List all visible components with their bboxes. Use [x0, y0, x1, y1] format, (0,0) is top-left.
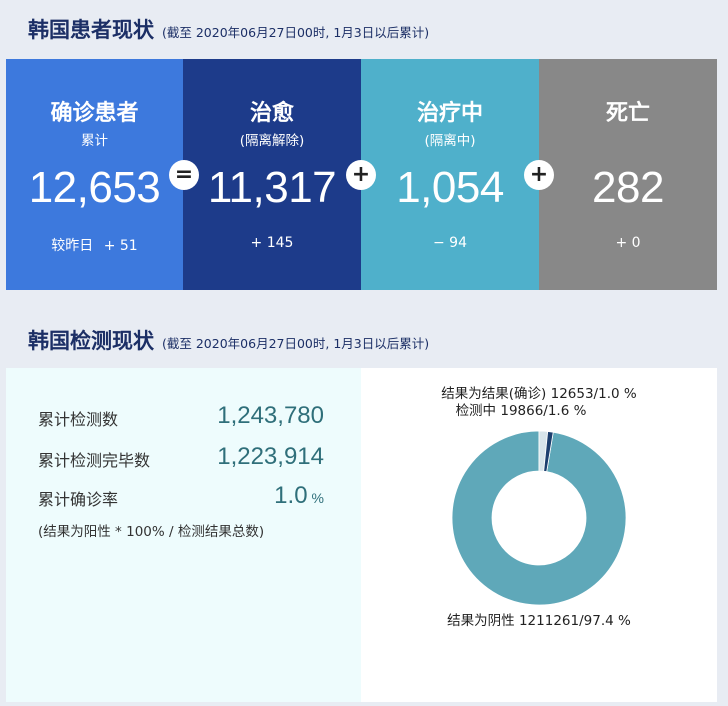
card-deceased-title: 死亡 — [605, 101, 650, 126]
card-confirmed-delta-value: + 51 — [103, 238, 138, 254]
patient-status-title: 韩国患者现状 — [28, 18, 154, 42]
card-treating-title: 治疗中 — [416, 101, 483, 126]
stat-total-tests-label: 累计检测数 — [38, 410, 119, 429]
card-cured-title: 治愈 — [249, 101, 294, 126]
card-cured-sub: (隔离解除) — [239, 133, 305, 149]
stat-positive-rate-number: 1.0 — [274, 482, 308, 509]
card-cured-number: 11,317 — [207, 163, 337, 212]
card-confirmed-delta-label: 较昨日 — [51, 238, 94, 254]
patient-status-header: 韩国患者现状 (截至 2020年06月27日00时, 1月3日以后累计) — [28, 14, 429, 44]
stat-positive-rate-value: 1.0% — [274, 482, 324, 510]
card-confirmed-title: 确诊患者 — [50, 101, 139, 126]
plus-operator-2: + — [524, 160, 554, 190]
card-deceased-delta: + 0 — [615, 235, 641, 251]
card-treating-number: 1,054 — [396, 163, 504, 212]
positive-rate-formula: (结果为阳性 * 100% / 检测结果总数) — [38, 524, 265, 540]
test-status-note: (截至 2020年06月27日00时, 1月3日以后累计) — [162, 336, 430, 351]
stat-positive-rate-label: 累计确诊率 — [38, 490, 119, 509]
card-treating: 治疗中 (隔离中) 1,054 − 94 — [361, 59, 539, 290]
test-result-donut-chart: 结果为结果(确诊) 12653/1.0 % 检测中 19866/1.6 % 结果… — [441, 386, 637, 629]
patient-status-note: (截至 2020年06月27日00时, 1月3日以后累计) — [162, 25, 430, 40]
test-stats-panel: 累计检测数 1,243,780 累计检测完毕数 1,223,914 累计确诊率 … — [6, 368, 361, 702]
donut-label-testing: 检测中 19866/1.6 % — [456, 403, 587, 419]
equals-operator: = — [169, 160, 199, 190]
plus-operator-1: + — [346, 160, 376, 190]
card-cured: 治愈 (隔离解除) 11,317 + 145 — [183, 59, 361, 290]
stat-total-tests: 累计检测数 1,243,780 — [38, 402, 338, 432]
card-confirmed: 确诊患者 累计 12,653 较昨日 + 51 — [6, 59, 183, 290]
card-confirmed-sub: 累计 — [81, 133, 108, 149]
stat-total-tests-value: 1,243,780 — [217, 402, 324, 429]
card-deceased-number: 282 — [592, 163, 664, 212]
patient-cards: 确诊患者 累计 12,653 较昨日 + 51 治愈 (隔离解除) 11,317… — [6, 59, 717, 290]
donut-label-positive: 结果为结果(确诊) 12653/1.0 % — [441, 386, 637, 402]
stat-positive-rate-unit: % — [311, 490, 324, 506]
test-status-title: 韩国检测现状 — [28, 329, 154, 353]
test-chart-panel: 结果为结果(确诊) 12653/1.0 % 检测中 19866/1.6 % 结果… — [361, 368, 717, 702]
stat-completed-tests: 累计检测完毕数 1,223,914 — [38, 443, 338, 473]
stat-positive-rate: 累计确诊率 1.0% — [38, 482, 338, 512]
stat-completed-tests-value: 1,223,914 — [217, 443, 324, 470]
test-status-header: 韩国检测现状 (截至 2020年06月27日00时, 1月3日以后累计) — [28, 325, 429, 355]
card-treating-sub: (隔离中) — [424, 133, 476, 149]
card-cured-delta: + 145 — [250, 235, 294, 251]
stat-completed-tests-label: 累计检测完毕数 — [38, 451, 151, 470]
card-confirmed-number: 12,653 — [28, 163, 161, 212]
card-deceased: 死亡 282 + 0 — [539, 59, 717, 290]
card-treating-delta: − 94 — [433, 235, 467, 251]
card-confirmed-delta: 较昨日 + 51 — [6, 235, 183, 255]
donut-label-negative: 结果为阴性 1211261/97.4 % — [447, 613, 631, 629]
